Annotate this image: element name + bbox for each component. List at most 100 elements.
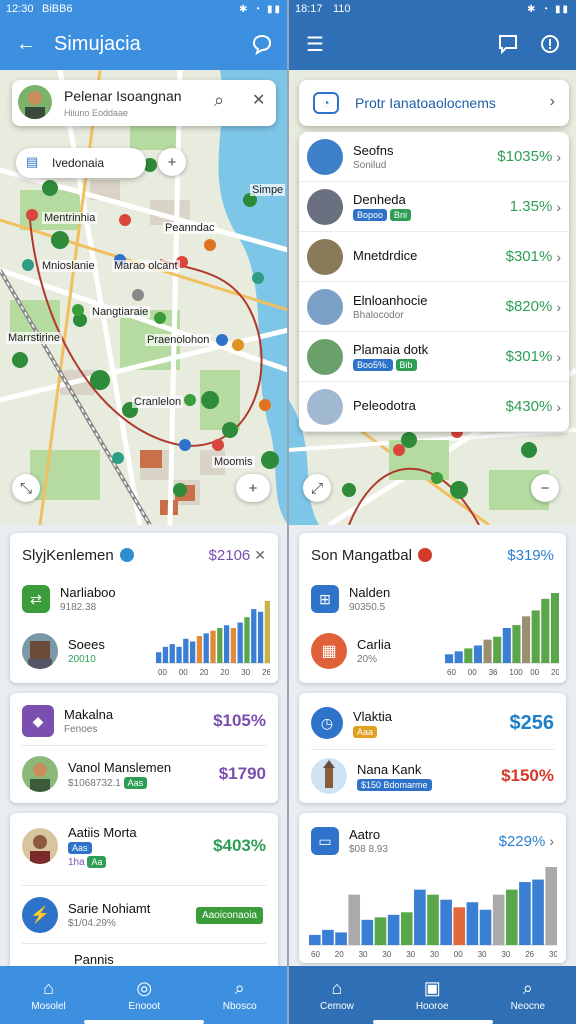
row-title: Nalden	[349, 585, 391, 600]
camera-icon: ▣	[423, 978, 441, 998]
chevron-right-icon[interactable]: ›	[556, 149, 561, 165]
badge: Bib	[395, 359, 417, 371]
summary-card[interactable]: ▭ Aatro $08 8.93 $229% › 60 20 30 30 30 30 00 30…	[299, 813, 566, 963]
nav-item-home[interactable]: ⌂ Mosolel	[31, 978, 65, 1012]
chevron-right-icon[interactable]: ›	[549, 833, 554, 849]
summary-card[interactable]: Aatiis Morta Aas 1ha Aa $403% ⚡ Sarie No…	[10, 813, 278, 973]
status-bar: 12:30 BiBB6 ✱ ◔ ▮▮	[0, 0, 288, 18]
alert-icon	[417, 548, 432, 562]
chevron-right-icon[interactable]: ›	[550, 93, 555, 111]
panel-list-item[interactable]: Peleodotra $430% ›	[299, 382, 569, 432]
status-time: 12:30	[6, 3, 34, 15]
nav-item-center[interactable]: ◎ Enooot	[128, 978, 160, 1012]
nav-item-home[interactable]: ⌂ Cemow	[320, 978, 354, 1012]
search-icon: ⌕	[522, 978, 533, 998]
search-icon[interactable]: ⌕	[214, 90, 224, 111]
card-subtitle: Fenoes	[64, 724, 98, 735]
recenter-button[interactable]: ⤢	[303, 474, 331, 502]
chart-bar	[257, 611, 264, 663]
chart-bar	[162, 646, 169, 663]
item-subtitle: Bhalocodor	[353, 309, 404, 321]
card-title: Aatro	[349, 827, 381, 842]
item-value: $301%	[505, 348, 553, 365]
x-tick-label: 00	[468, 668, 477, 677]
x-tick-label: 26	[262, 668, 270, 677]
chevron-right-icon[interactable]: ›	[556, 349, 561, 365]
minimize-button[interactable]: −	[531, 474, 559, 502]
chart-bar	[492, 894, 505, 945]
status-carrier: 110	[333, 3, 351, 15]
nav-item-camera[interactable]: ▣ Hooroe	[416, 978, 449, 1012]
chart-bar	[545, 867, 557, 945]
chart-bar	[466, 902, 479, 945]
chart-bar	[156, 652, 162, 663]
x-tick-label: 200	[551, 668, 559, 677]
map-label: Simpe	[250, 184, 286, 196]
chart-bar	[473, 645, 482, 663]
alert-icon[interactable]	[536, 30, 564, 58]
panel-list-item[interactable]: Mnetdrdice $301% ›	[299, 232, 569, 282]
panel-header[interactable]: ◔ Protr Ianatoaolocnems ›	[299, 80, 569, 126]
home-icon: ⌂	[43, 978, 54, 998]
chart-bar	[335, 932, 347, 945]
chevron-right-icon[interactable]: ›	[556, 399, 561, 415]
chat-square-icon[interactable]	[494, 30, 522, 58]
chart-bar	[361, 919, 374, 945]
item-title: Peleodotra	[353, 398, 416, 413]
badge: Bopoo	[353, 209, 388, 221]
badge: Aas	[123, 776, 148, 789]
search-card-subtitle: Hiiuno Eoddaae	[64, 108, 129, 118]
info-icon	[119, 548, 134, 562]
chevron-right-icon[interactable]: ›	[556, 249, 561, 265]
x-tick-label: 00	[179, 668, 188, 677]
panel-list-item[interactable]: Plamaia dotk Boo5%. Bib $301% ›	[299, 332, 569, 382]
row-title: Sarie Nohiamt	[68, 901, 151, 916]
map-label: Moomis	[212, 456, 255, 468]
status-pill[interactable]: Aaoiconaoia	[195, 906, 263, 924]
panel-list-item[interactable]: Denheda Bopoo Bni 1.35% ›	[299, 182, 569, 232]
zoom-button[interactable]: +	[236, 474, 270, 502]
map-view[interactable]: ◔ Protr Ianatoaolocnems › Seofns Sonilud $…	[289, 70, 576, 525]
divider	[22, 745, 266, 746]
summary-card[interactable]: ◷ Vlaktia Aaa $256 Nana Kank $150 Bdomarme…	[299, 693, 566, 803]
x-tick-label: 26	[525, 950, 534, 959]
chat-bubble-icon[interactable]	[248, 30, 276, 58]
map-view[interactable]: Mentrinhia Peanndac Mnioslanie Marao olc…	[0, 70, 288, 525]
chart-bar	[237, 622, 243, 663]
add-button[interactable]: +	[158, 148, 186, 176]
panel-list-item[interactable]: Seofns Sonilud $1035% ›	[299, 132, 569, 182]
summary-card[interactable]: ◆ Makalna Fenoes $105% Vanol Manslemen $10…	[10, 693, 278, 803]
status-bar: 18:17 110 ✱ ◔ ▮▮	[289, 0, 576, 18]
nav-item-search[interactable]: ⌕ Neocne	[511, 978, 545, 1012]
menu-icon[interactable]: ☰	[301, 30, 329, 58]
chevron-right-icon[interactable]: ›	[556, 199, 561, 215]
avatar	[22, 828, 58, 864]
x-tick-label: 30	[359, 950, 368, 959]
search-card-title: Pelenar Isoangnan	[64, 88, 182, 104]
transfer-icon: ⚡	[22, 897, 58, 933]
nav-label: Neocne	[510, 1001, 546, 1012]
chart-bar	[532, 879, 544, 945]
close-icon[interactable]: ✕	[254, 547, 266, 564]
chevron-right-icon[interactable]: ›	[556, 299, 561, 315]
row-title: Vanol Manslemen	[68, 759, 172, 775]
collapse-button[interactable]: ⤡	[12, 474, 40, 502]
summary-card[interactable]: SlyjKenlemen $2106 ✕ ⇄ Narliaboo 9182.38 …	[10, 533, 278, 683]
status-pill: $150 Bdomarme	[357, 778, 432, 791]
nav-item-search[interactable]: ⌕ Nbosco	[223, 978, 257, 1012]
x-tick-label: 100	[509, 668, 523, 677]
summary-card[interactable]: Son Mangatbal $319% ⊞ Nalden 90350.5 ▦ Ca…	[299, 533, 566, 683]
status-time: 18:17	[295, 3, 323, 15]
search-card[interactable]: Pelenar Isoangnan Hiiuno Eoddaae ⌕ ✕	[12, 80, 276, 126]
thumbnail-icon	[307, 338, 343, 375]
panel-list-item[interactable]: Elnloanhocie Bhalocodor $820% ›	[299, 282, 569, 332]
chart-bar	[502, 628, 511, 663]
filter-chip[interactable]: ▤ Ivedonaia	[16, 148, 146, 178]
close-icon[interactable]: ✕	[252, 90, 265, 110]
back-arrow-icon[interactable]: ←	[12, 30, 40, 58]
panel-title: Protr Ianatoaolocnems	[355, 95, 496, 111]
thumbnail-icon	[307, 188, 343, 225]
avatar	[18, 85, 52, 119]
card-value: $403%	[213, 836, 266, 855]
card-value: $256	[509, 711, 555, 734]
